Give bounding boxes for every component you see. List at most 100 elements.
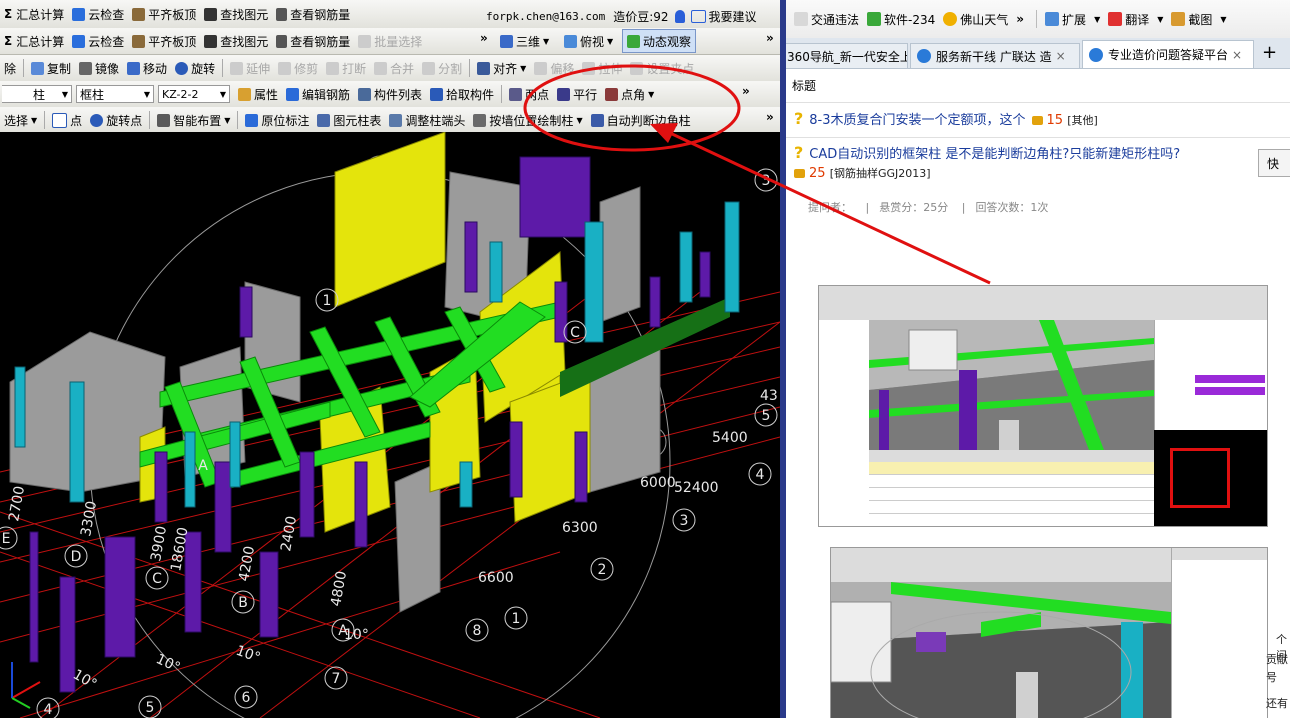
split-icon — [422, 61, 436, 75]
rotate-point-button[interactable]: 旋转点 — [86, 109, 146, 131]
adjust-column-end-button[interactable]: 调整柱端头 — [385, 109, 469, 131]
dim-label: 2700 — [6, 485, 28, 523]
cloud-check-button-2[interactable]: 云检查 — [68, 30, 128, 52]
pick-icon — [430, 87, 444, 101]
find-element-button[interactable]: 查找图元 — [200, 3, 272, 25]
move-button[interactable]: 移动 — [123, 57, 171, 79]
grid-letter: C — [570, 325, 580, 341]
trim-button[interactable]: 修剪 — [274, 57, 322, 79]
summary-calc-button-2[interactable]: Σ 汇总计算 — [0, 30, 68, 52]
top-view-button[interactable]: 俯视 ▼ — [560, 30, 617, 52]
two-points-button[interactable]: 两点 — [505, 83, 553, 105]
rotate-icon — [175, 61, 189, 75]
point-button[interactable]: 点 — [48, 109, 86, 131]
dim-label: 6600 — [478, 570, 514, 586]
extend-icon — [230, 61, 244, 75]
toolbar-overflow-1b[interactable]: » — [766, 31, 774, 45]
set-point-button[interactable]: 设置夹点 — [626, 57, 698, 79]
chevron-down-icon: ▼ — [1220, 14, 1227, 24]
merge-button[interactable]: 合并 — [370, 57, 418, 79]
view-rebar-button-2[interactable]: 查看钢筋量 — [272, 30, 354, 52]
attributes-icon — [238, 87, 251, 101]
member-name-select[interactable]: KZ-2-2 ▼ — [158, 85, 230, 103]
weather-icon — [943, 12, 958, 26]
stretch-button[interactable]: 拉伸 — [578, 57, 626, 79]
screenshot-button[interactable]: 截图 ▼ — [1171, 11, 1227, 28]
cloud-check-button[interactable]: 云检查 — [68, 3, 128, 25]
grid-letter: A — [198, 458, 208, 474]
separator — [222, 59, 224, 77]
edit-rebar-button[interactable]: 编辑钢筋 — [282, 83, 354, 105]
type-select[interactable]: 柱 ▼ — [2, 85, 72, 103]
delete-button[interactable]: 除 — [0, 57, 20, 79]
bookmark-traffic[interactable]: 交通违法 — [794, 11, 859, 28]
align-button[interactable]: 对齐 ▼ — [473, 57, 530, 79]
offset-button[interactable]: 偏移 — [530, 57, 578, 79]
new-tab-button[interactable]: + — [1262, 42, 1277, 68]
bell-icon[interactable] — [674, 9, 685, 23]
attributes-button[interactable]: 属性 — [234, 83, 282, 105]
flat-slab-button-2[interactable]: 平齐板顶 — [128, 30, 200, 52]
screenshot-rebar-table — [869, 450, 1154, 526]
element-table-button[interactable]: 图元柱表 — [313, 109, 385, 131]
3d-model-drawing: 2700 3300 3900 18600 4200 4800 2400 5400… — [0, 131, 780, 718]
in-place-label-button[interactable]: 原位标注 — [241, 109, 313, 131]
translate-button[interactable]: 翻译 ▼ — [1108, 11, 1163, 28]
question-screenshot-2[interactable] — [830, 547, 1268, 718]
smart-layout-button[interactable]: 智能布置 ▼ — [153, 109, 234, 131]
view-3d-button[interactable]: 三维 ▼ — [496, 30, 553, 52]
offset-icon — [534, 61, 548, 75]
toolbar-overflow-4[interactable]: » — [766, 110, 774, 124]
close-icon[interactable]: × — [1232, 48, 1242, 62]
question-1-category[interactable]: [其他] — [1067, 114, 1098, 127]
feedback-icon — [690, 9, 706, 23]
account-email: forpk.chen@163.com — [486, 9, 606, 23]
bookmark-software[interactable]: 软件-234 — [867, 11, 935, 28]
summary-calc-button[interactable]: Σ 汇总计算 — [0, 3, 68, 25]
break-button[interactable]: 打断 — [322, 57, 370, 79]
dynamic-observe-button[interactable]: 动态观察 — [622, 29, 697, 53]
question-2-category[interactable]: [钢筋抽样GGJ2013] — [830, 167, 931, 180]
flat-slab-button[interactable]: 平齐板顶 — [128, 3, 200, 25]
find-element-button-2[interactable]: 查找图元 — [200, 30, 272, 52]
subtype-select[interactable]: 框柱 ▼ — [76, 85, 154, 103]
smart-layout-icon — [157, 113, 171, 127]
select-button[interactable]: 选择 ▼ — [0, 109, 41, 131]
angle-label: 10° — [234, 643, 263, 667]
view-rebar-button[interactable]: 查看钢筋量 — [272, 3, 354, 25]
bookmark-overflow[interactable]: » — [1016, 12, 1024, 26]
parallel-button[interactable]: 平行 — [553, 83, 601, 105]
tab-fwxgx[interactable]: 服务新干线 广联达 造 × — [910, 43, 1080, 68]
close-icon[interactable]: × — [1056, 49, 1066, 63]
quick-button[interactable]: 快 — [1258, 149, 1290, 177]
question-2-title[interactable]: CAD自动识别的框架柱 是不是能判断边角柱?只能新建矩形柱吗? — [809, 147, 1180, 162]
toolbar-overflow-3[interactable]: » — [742, 84, 750, 98]
copy-button[interactable]: 复制 — [27, 57, 75, 79]
table-icon — [317, 113, 331, 127]
3d-viewport[interactable]: 2700 3300 3900 18600 4200 4800 2400 5400… — [0, 131, 780, 718]
question-item-2[interactable]: ? CAD自动识别的框架柱 是不是能判断边角柱?只能新建矩形柱吗? — [794, 143, 1244, 162]
toolbar-overflow-1[interactable]: » — [480, 31, 488, 45]
dim-label: 3300 — [78, 500, 100, 538]
split-button[interactable]: 分割 — [418, 57, 466, 79]
screenshot-3d-view — [831, 582, 1171, 718]
grid-letter: E — [2, 531, 11, 547]
auto-corner-column-button[interactable]: 自动判断边角柱 — [587, 109, 695, 131]
batch-select-button[interactable]: 批量选择 — [354, 30, 426, 52]
question-1-title[interactable]: 8-3木质复合门安装一个定额项，这个 — [809, 113, 1025, 128]
mirror-button[interactable]: 镜像 — [75, 57, 123, 79]
question-screenshot-1[interactable] — [818, 285, 1268, 527]
feedback-link[interactable]: 我要建议 — [709, 8, 757, 25]
extensions-button[interactable]: 扩展 ▼ — [1045, 11, 1100, 28]
extend-button[interactable]: 延伸 — [226, 57, 274, 79]
translate-icon — [1108, 12, 1123, 26]
question-item-1[interactable]: ? 8-3木质复合门安装一个定额项，这个 15 [其他] — [794, 109, 1098, 128]
tab-360-nav[interactable]: 360导航_新一代安全上× — [786, 43, 908, 68]
draw-by-wall-button[interactable]: 按墙位置绘制柱 ▼ — [469, 109, 586, 131]
member-list-button[interactable]: 构件列表 — [354, 83, 426, 105]
pick-member-button[interactable]: 拾取构件 — [426, 83, 498, 105]
point-angle-button[interactable]: 点角 ▼ — [601, 83, 658, 105]
rotate-button[interactable]: 旋转 — [171, 57, 219, 79]
tab-qa-platform[interactable]: 专业造价问题答疑平台 × — [1082, 40, 1254, 68]
bookmark-weather[interactable]: 佛山天气 — [943, 11, 1008, 28]
